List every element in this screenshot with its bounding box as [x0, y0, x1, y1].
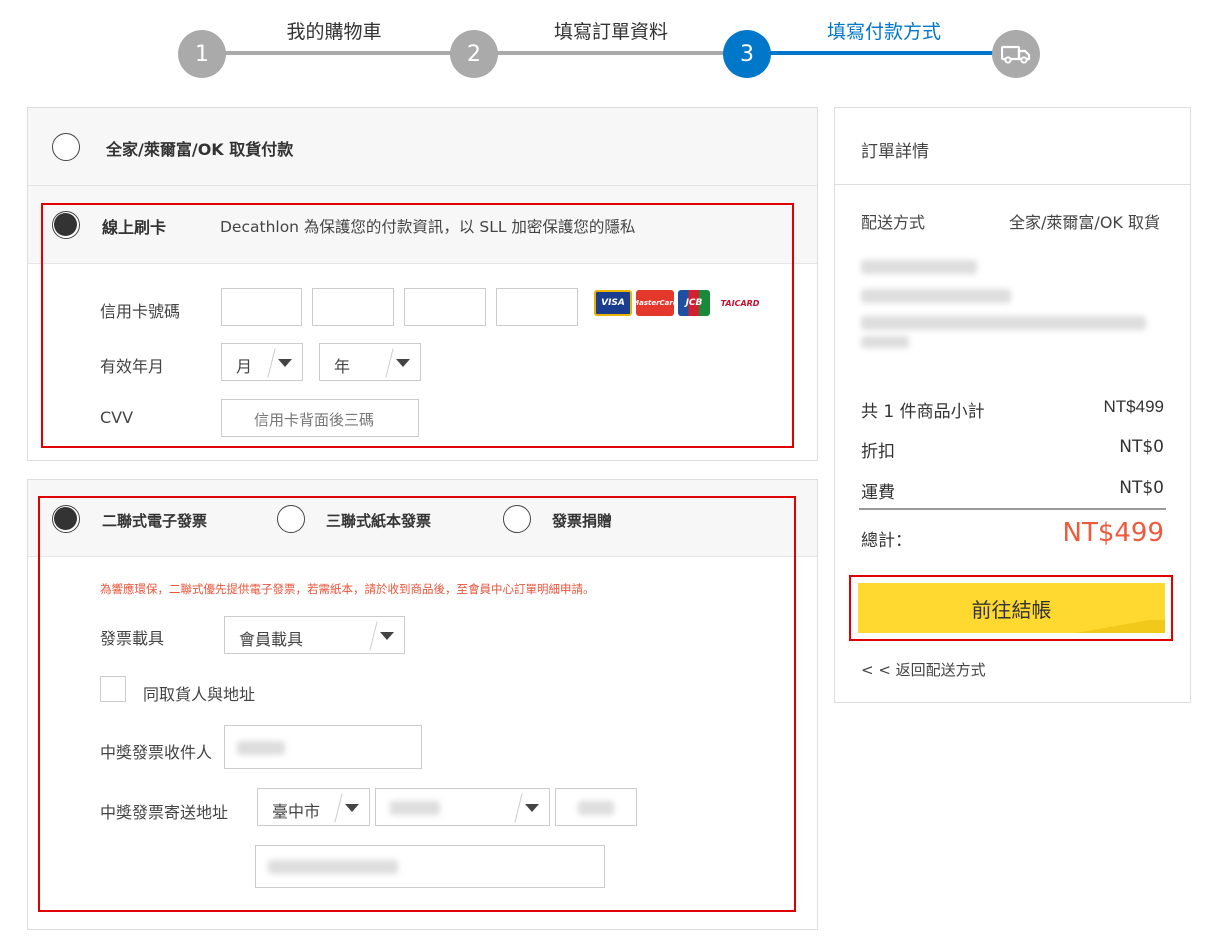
total-label: 總計： — [861, 531, 912, 551]
redacted-receiver — [861, 260, 977, 274]
select-divider — [514, 793, 523, 823]
visa-logo-icon: VISA — [594, 290, 632, 316]
invoice-notice: 為響應環保，二聯式優先提供電子發票，若需紙本，請於收到商品後，至會員中心訂單明細… — [100, 582, 595, 596]
redacted-address-2 — [861, 336, 909, 348]
winner-name-label: 中獎發票收件人 — [100, 743, 213, 762]
total-value: NT$499 — [1062, 518, 1165, 548]
shipping-value: 全家/萊爾富/OK 取貨 — [1009, 213, 1160, 232]
chevron-down-icon — [345, 804, 359, 812]
chevron-down-icon — [380, 632, 394, 640]
paper-invoice-radio[interactable] — [277, 505, 305, 533]
mastercard-logo-icon: MasterCard — [632, 290, 678, 316]
freight-label: 運費 — [861, 483, 895, 503]
step-1-label: 我的購物車 — [286, 21, 382, 43]
winner-name-input[interactable] — [224, 725, 422, 769]
cvv-input[interactable]: 信用卡背面後三碼 — [221, 399, 419, 437]
postal-code-input[interactable] — [555, 788, 637, 826]
store-payment-radio[interactable] — [52, 133, 80, 161]
expiry-month-select[interactable]: 月 — [221, 343, 303, 381]
step-number: 1 — [195, 41, 209, 67]
back-to-shipping-link[interactable]: < < 返回配送方式 — [861, 659, 986, 680]
city-select[interactable]: 臺中市 — [257, 788, 370, 826]
summary-divider — [835, 184, 1190, 185]
step-3-circle: 3 — [723, 30, 771, 78]
district-select[interactable] — [375, 788, 550, 826]
carrier-select[interactable]: 會員載具 — [224, 616, 405, 654]
card-number-field-3[interactable] — [404, 288, 486, 326]
expiry-label: 有效年月 — [100, 357, 165, 376]
card-security-note: Decathlon 為保護您的付款資訊，以 SLL 加密保護您的隱私 — [220, 218, 636, 236]
checkout-button-shade — [1060, 620, 1165, 633]
chevron-down-icon — [525, 804, 539, 812]
subtotal-label: 共 1 件商品小計 — [861, 402, 985, 422]
expiry-year-select[interactable]: 年 — [319, 343, 421, 381]
redacted-address — [861, 316, 1146, 330]
select-value: 年 — [334, 357, 351, 376]
select-divider — [369, 621, 378, 651]
card-brand-logos: VISA MasterCard JCB TAICARD — [594, 290, 766, 316]
step-2-label: 填寫訂單資料 — [553, 21, 669, 43]
card-number-field-1[interactable] — [221, 288, 302, 326]
redacted-text — [578, 801, 614, 815]
e-invoice-label[interactable]: 二聯式電子發票 — [102, 510, 207, 531]
select-value: 臺中市 — [272, 802, 321, 821]
jcb-logo-icon: JCB — [678, 290, 710, 316]
discount-label: 折扣 — [861, 442, 895, 462]
card-payment-row[interactable]: 線上刷卡 Decathlon 為保護您的付款資訊，以 SLL 加密保護您的隱私 — [28, 186, 817, 264]
select-value: 會員載具 — [239, 630, 304, 649]
step-1-circle: 1 — [178, 30, 226, 78]
shipping-label: 配送方式 — [861, 213, 926, 232]
chevron-down-icon — [396, 359, 410, 367]
invoice-panel: 二聯式電子發票 三聯式紙本發票 發票捐贈 為響應環保，二聯式優先提供電子發票，若… — [27, 479, 818, 930]
payment-panel: 全家/萊爾富/OK 取貨付款 線上刷卡 Decathlon 為保護您的付款資訊，… — [27, 107, 818, 461]
winner-address-label: 中獎發票寄送地址 — [100, 803, 229, 822]
select-divider — [334, 793, 343, 823]
step-connector-active — [748, 51, 1016, 55]
card-number-field-4[interactable] — [496, 288, 578, 326]
subtotal-value: NT$499 — [1103, 397, 1164, 416]
cvv-placeholder: 信用卡背面後三碼 — [254, 411, 375, 429]
address-input[interactable] — [255, 845, 605, 888]
same-as-receiver-checkbox[interactable] — [100, 676, 126, 702]
total-divider — [859, 508, 1166, 510]
invoice-type-row: 二聯式電子發票 三聯式紙本發票 發票捐贈 — [28, 480, 817, 557]
donate-invoice-label[interactable]: 發票捐贈 — [552, 510, 612, 531]
store-payment-row[interactable]: 全家/萊爾富/OK 取貨付款 — [28, 108, 817, 186]
card-payment-radio[interactable] — [52, 211, 80, 239]
step-number: 2 — [467, 41, 481, 67]
donate-invoice-radio[interactable] — [503, 505, 531, 533]
cvv-label: CVV — [100, 408, 134, 427]
step-number: 3 — [740, 41, 754, 67]
summary-title: 訂單詳情 — [861, 142, 929, 162]
step-2-circle: 2 — [450, 30, 498, 78]
redacted-text — [390, 801, 440, 815]
same-as-receiver-label: 同取貨人與地址 — [143, 685, 256, 704]
select-divider — [385, 348, 394, 378]
taicard-logo-icon: TAICARD — [714, 290, 766, 316]
select-value: 月 — [236, 357, 253, 376]
paper-invoice-label[interactable]: 三聯式紙本發票 — [326, 510, 431, 531]
step-4-circle — [992, 30, 1040, 78]
redacted-phone — [861, 289, 1011, 303]
store-payment-label: 全家/萊爾富/OK 取貨付款 — [106, 140, 294, 159]
discount-value: NT$0 — [1119, 437, 1164, 457]
checkout-stepper: 1 我的購物車 2 填寫訂單資料 3 填寫付款方式 — [0, 0, 1216, 90]
step-3-label: 填寫付款方式 — [826, 21, 942, 43]
redacted-text — [268, 860, 398, 874]
redacted-text — [237, 741, 285, 755]
e-invoice-radio[interactable] — [52, 505, 80, 533]
truck-icon — [1001, 45, 1031, 64]
freight-value: NT$0 — [1119, 478, 1164, 498]
card-number-field-2[interactable] — [312, 288, 394, 326]
select-divider — [267, 348, 276, 378]
chevron-down-icon — [278, 359, 292, 367]
card-payment-label: 線上刷卡 — [102, 218, 167, 237]
carrier-label: 發票載具 — [100, 629, 165, 648]
card-number-label: 信用卡號碼 — [100, 302, 181, 321]
